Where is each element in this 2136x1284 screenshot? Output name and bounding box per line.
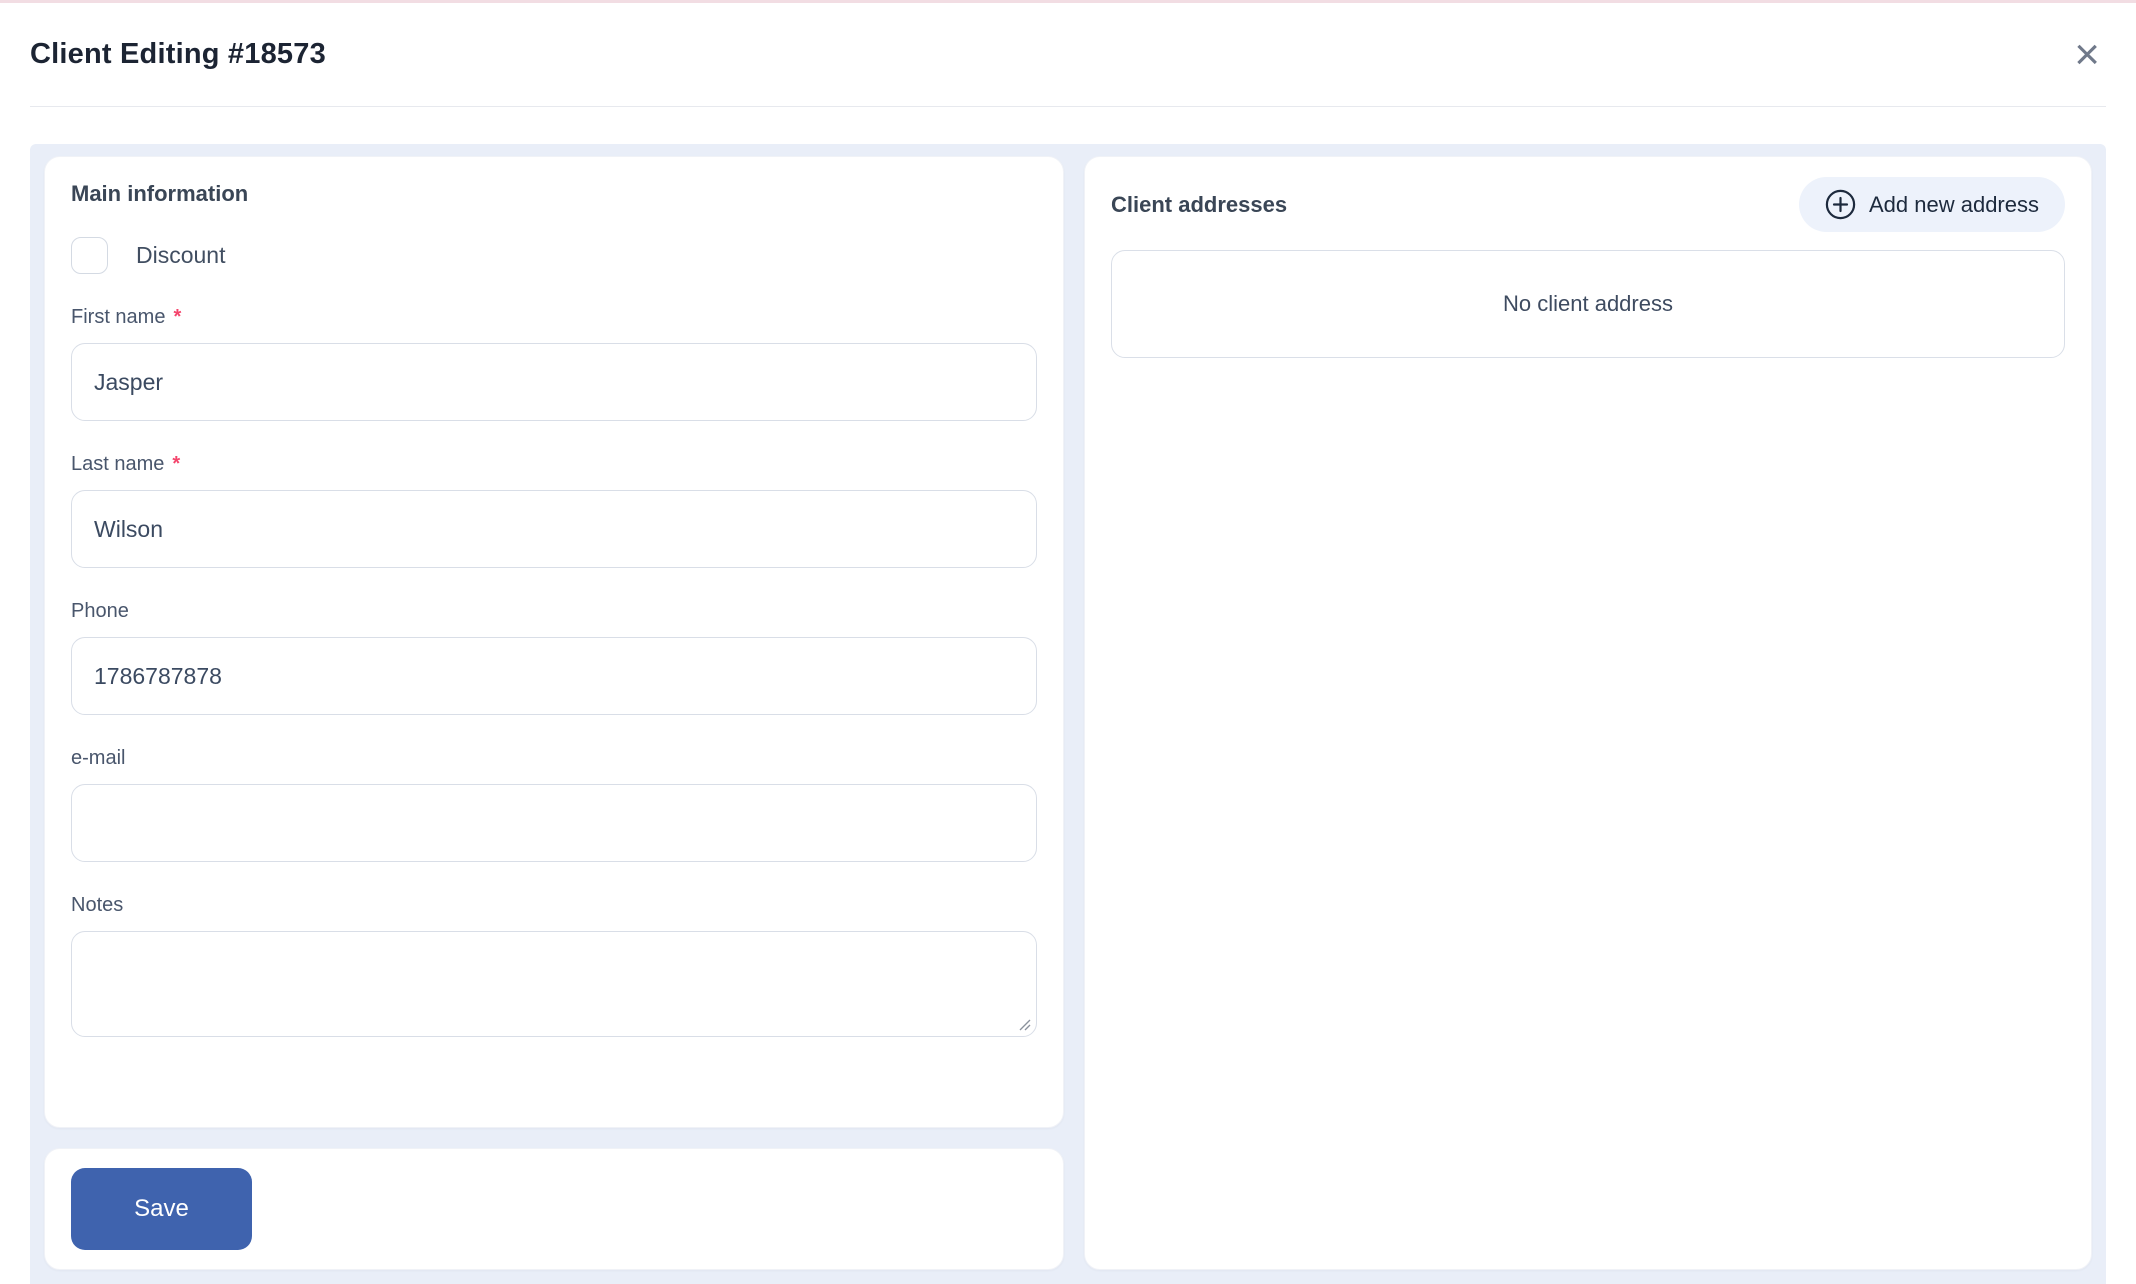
last-name-field: Last name * <box>71 453 1037 568</box>
client-addresses-header: Client addresses Add new address <box>1111 177 2065 232</box>
notes-textarea[interactable] <box>71 931 1037 1037</box>
content-area: Main information Discount First name * La… <box>30 144 2106 1284</box>
phone-field: Phone <box>71 600 1037 715</box>
add-address-label: Add new address <box>1869 192 2039 218</box>
phone-input[interactable] <box>71 637 1037 715</box>
no-address-box: No client address <box>1111 250 2065 358</box>
modal-header: Client Editing #18573 × <box>0 3 2136 106</box>
no-address-message: No client address <box>1503 291 1673 317</box>
notes-label-text: Notes <box>71 894 123 916</box>
phone-label-text: Phone <box>71 600 129 622</box>
first-name-input[interactable] <box>71 343 1037 421</box>
required-asterisk: * <box>172 453 180 475</box>
first-name-field: First name * <box>71 306 1037 421</box>
discount-row: Discount <box>71 237 1037 274</box>
close-icon[interactable]: × <box>2068 37 2106 72</box>
discount-label: Discount <box>136 242 225 269</box>
client-addresses-title: Client addresses <box>1111 192 1287 218</box>
email-input[interactable] <box>71 784 1037 862</box>
main-information-card: Main information Discount First name * La… <box>44 156 1064 1128</box>
add-new-address-button[interactable]: Add new address <box>1799 177 2065 232</box>
plus-circle-icon <box>1825 189 1856 220</box>
first-name-label-text: First name <box>71 306 165 328</box>
last-name-label-text: Last name <box>71 453 164 475</box>
right-column: Client addresses Add new address No clie… <box>1084 156 2092 1270</box>
header-divider <box>30 106 2106 107</box>
email-label-text: e-mail <box>71 747 125 769</box>
last-name-input[interactable] <box>71 490 1037 568</box>
left-column: Main information Discount First name * La… <box>44 156 1064 1270</box>
notes-textarea-wrap <box>71 931 1037 1037</box>
save-button[interactable]: Save <box>71 1168 252 1250</box>
last-name-label: Last name * <box>71 453 1037 476</box>
first-name-label: First name * <box>71 306 1037 329</box>
save-card: Save <box>44 1148 1064 1270</box>
email-field: e-mail <box>71 747 1037 862</box>
email-label: e-mail <box>71 747 1037 770</box>
client-addresses-card: Client addresses Add new address No clie… <box>1084 156 2092 1270</box>
phone-label: Phone <box>71 600 1037 623</box>
discount-checkbox[interactable] <box>71 237 108 274</box>
page-title: Client Editing #18573 <box>30 38 326 71</box>
required-asterisk: * <box>173 306 181 328</box>
notes-field: Notes <box>71 894 1037 1037</box>
notes-label: Notes <box>71 894 1037 917</box>
main-information-title: Main information <box>71 181 1037 207</box>
